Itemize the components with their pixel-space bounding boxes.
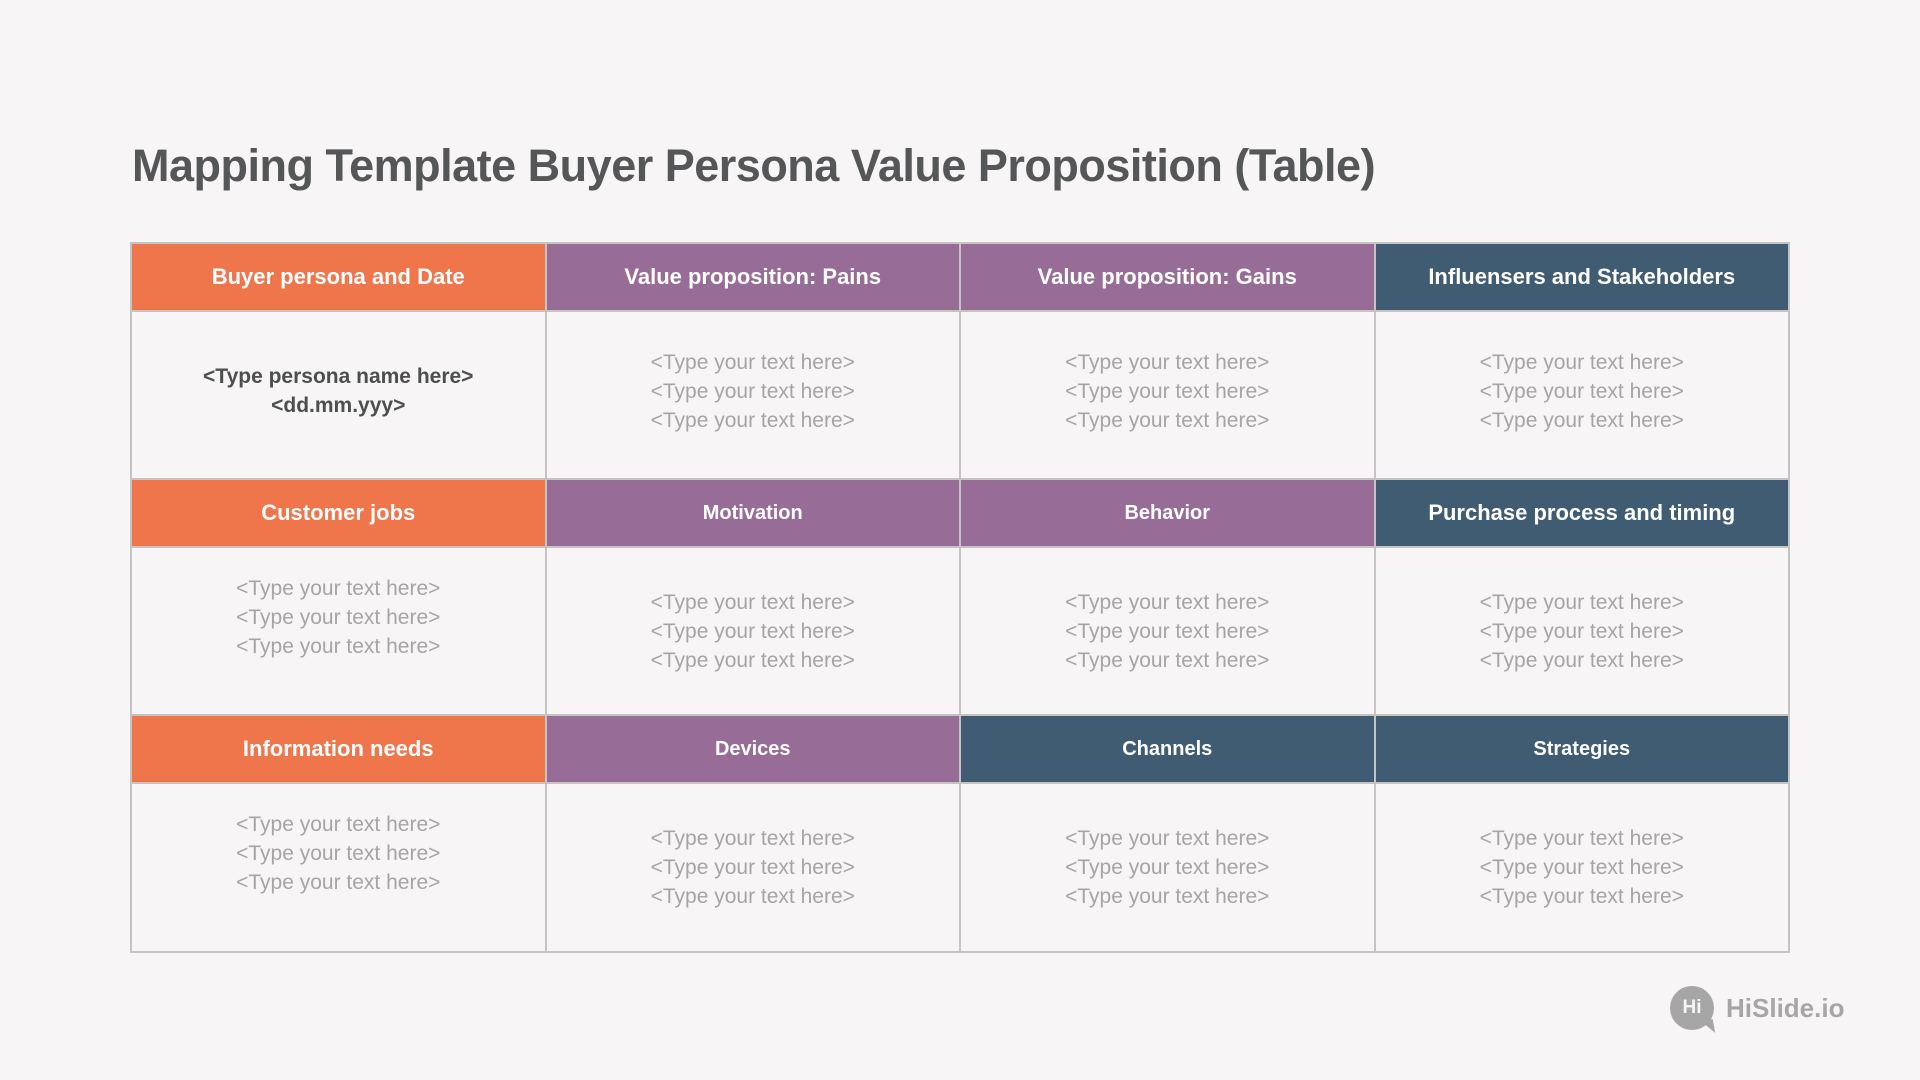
placeholder-line: <Type your text here>	[1065, 590, 1270, 614]
header-influencers: Influensers and Stakeholders	[1375, 244, 1788, 310]
persona-name-placeholder: <Type persona name here>	[203, 365, 474, 388]
header-devices: Devices	[546, 716, 959, 782]
cell-devices[interactable]: <Type your text here> <Type your text he…	[546, 784, 959, 951]
header-value-gains: Value proposition: Gains	[961, 244, 1374, 310]
cell-customer-jobs[interactable]: <Type your text here> <Type your text he…	[132, 548, 545, 714]
header-strategies: Strategies	[1375, 716, 1788, 782]
brand-name: HiSlide.io	[1726, 992, 1845, 1023]
placeholder-line: <Type your text here>	[1479, 590, 1684, 614]
header-buyer-persona: Buyer persona and Date	[132, 244, 545, 310]
placeholder-line: <Type your text here>	[1479, 885, 1684, 908]
placeholder-line: <Type your text here>	[1065, 409, 1270, 432]
header-value-pains: Value proposition: Pains	[546, 244, 959, 310]
placeholder-line: <Type your text here>	[650, 409, 855, 432]
cell-behavior[interactable]: <Type your text here> <Type your text he…	[961, 548, 1374, 714]
placeholder-line: <Type your text here>	[650, 885, 855, 908]
slide: Mapping Template Buyer Persona Value Pro…	[0, 0, 1920, 1080]
cell-purchase-process[interactable]: <Type your text here> <Type your text he…	[1375, 548, 1788, 714]
placeholder-line: <Type your text here>	[1065, 856, 1270, 879]
placeholder-line: <Type your text here>	[650, 590, 855, 614]
placeholder-line: <Type your text here>	[1479, 648, 1684, 672]
header-customer-jobs: Customer jobs	[132, 480, 545, 546]
header-information-needs: Information needs	[132, 716, 545, 782]
header-channels: Channels	[961, 716, 1374, 782]
cell-motivation[interactable]: <Type your text here> <Type your text he…	[546, 548, 959, 714]
cell-influencers[interactable]: <Type your text here> <Type your text he…	[1375, 312, 1788, 478]
cell-strategies[interactable]: <Type your text here> <Type your text he…	[1375, 784, 1788, 951]
placeholder-line: <Type your text here>	[1065, 380, 1270, 403]
placeholder-line: <Type your text here>	[236, 813, 441, 836]
placeholder-line: <Type your text here>	[1479, 351, 1684, 374]
placeholder-line: <Type your text here>	[236, 606, 441, 629]
cell-persona-name[interactable]: <Type persona name here> <dd.mm.yyy>	[132, 312, 545, 478]
placeholder-line: <Type your text here>	[1479, 827, 1684, 850]
placeholder-line: <Type your text here>	[1479, 619, 1684, 643]
placeholder-line: <Type your text here>	[650, 856, 855, 879]
page-title: Mapping Template Buyer Persona Value Pro…	[132, 140, 1376, 191]
placeholder-line: <Type your text here>	[1479, 380, 1684, 403]
persona-table: Buyer persona and Date Value proposition…	[130, 242, 1790, 953]
placeholder-line: <Type your text here>	[650, 619, 855, 643]
placeholder-line: <Type your text here>	[1479, 409, 1684, 432]
placeholder-line: <Type your text here>	[1065, 648, 1270, 672]
cell-information-needs[interactable]: <Type your text here> <Type your text he…	[132, 784, 545, 951]
header-behavior: Behavior	[961, 480, 1374, 546]
placeholder-line: <Type your text here>	[236, 635, 441, 658]
brand-watermark: Hi HiSlide.io	[1670, 986, 1844, 1030]
cell-value-pains[interactable]: <Type your text here> <Type your text he…	[546, 312, 959, 478]
persona-date-placeholder: <dd.mm.yyy>	[271, 394, 406, 417]
header-purchase-process: Purchase process and timing	[1375, 480, 1788, 546]
placeholder-line: <Type your text here>	[236, 842, 441, 865]
placeholder-line: <Type your text here>	[650, 380, 855, 403]
speech-bubble-icon: Hi	[1670, 986, 1714, 1030]
placeholder-line: <Type your text here>	[650, 827, 855, 850]
cell-value-gains[interactable]: <Type your text here> <Type your text he…	[961, 312, 1374, 478]
placeholder-line: <Type your text here>	[650, 648, 855, 672]
placeholder-line: <Type your text here>	[1065, 827, 1270, 850]
placeholder-line: <Type your text here>	[236, 871, 441, 894]
placeholder-line: <Type your text here>	[650, 351, 855, 374]
header-motivation: Motivation	[546, 480, 959, 546]
placeholder-line: <Type your text here>	[1479, 856, 1684, 879]
cell-channels[interactable]: <Type your text here> <Type your text he…	[961, 784, 1374, 951]
brand-logo-text: Hi	[1682, 997, 1702, 1018]
placeholder-line: <Type your text here>	[236, 577, 441, 600]
placeholder-line: <Type your text here>	[1065, 885, 1270, 908]
placeholder-line: <Type your text here>	[1065, 619, 1270, 643]
placeholder-line: <Type your text here>	[1065, 351, 1270, 374]
